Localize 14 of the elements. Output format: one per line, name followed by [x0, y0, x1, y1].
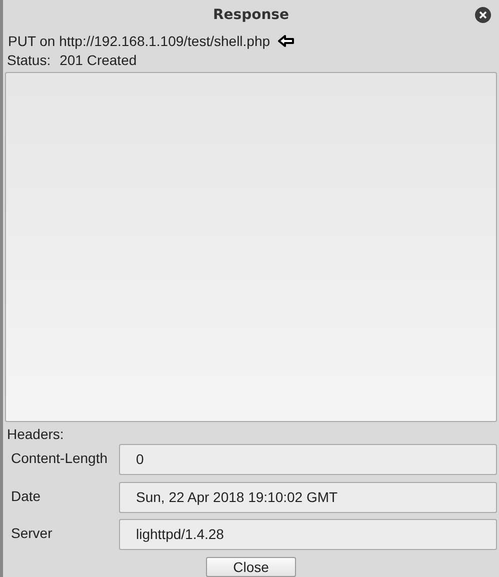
header-name: Server [10, 524, 54, 542]
status-value: 201 Created [60, 52, 137, 68]
window-title: Response [212, 6, 290, 23]
left-arrow-icon [278, 34, 294, 47]
header-value-field[interactable]: Sun, 22 Apr 2018 19:10:02 GMT [119, 482, 497, 513]
header-name: Date [10, 486, 42, 504]
status-label: Status: [7, 52, 51, 68]
request-line: PUT on http://192.168.1.109/test/shell.php [8, 32, 270, 49]
close-button[interactable]: Close [206, 557, 296, 577]
close-icon[interactable] [475, 7, 491, 23]
header-value-field[interactable]: 0 [119, 444, 497, 476]
header-value-field[interactable]: lighttpd/1.4.28 [119, 519, 497, 550]
header-name: Content-Length [10, 449, 109, 466]
headers-label: Headers: [6, 426, 65, 444]
